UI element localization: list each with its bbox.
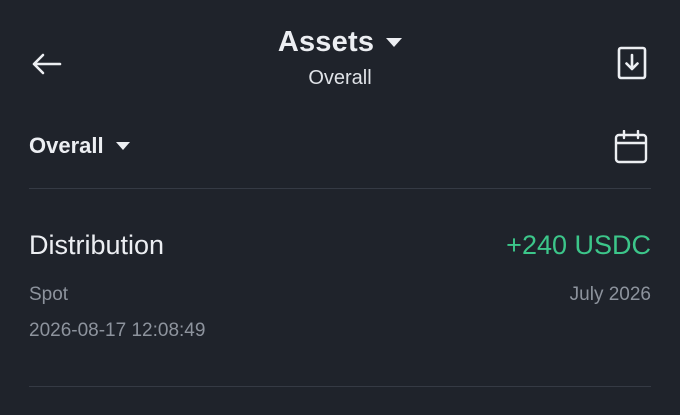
header: Assets Overall [0, 26, 680, 90]
title-dropdown[interactable]: Assets [277, 26, 403, 59]
filter-label: Overall [29, 133, 104, 158]
calendar-icon [614, 130, 648, 164]
page-title: Assets [277, 26, 375, 58]
divider [29, 188, 651, 189]
page-subtitle: Overall [308, 67, 372, 89]
record-account-type: Spot [29, 284, 69, 305]
record-timestamp: 2026-08-17 12:08:49 [29, 320, 206, 341]
download-button[interactable] [614, 44, 650, 82]
filter-dropdown[interactable]: Overall [29, 133, 130, 159]
record-title: Distribution [29, 230, 165, 260]
calendar-button[interactable] [612, 128, 650, 166]
record-period: July 2026 [569, 284, 651, 305]
record-amount: +240 USDC [506, 230, 651, 260]
download-icon [617, 46, 647, 80]
assets-screen: Assets Overall Overall Distribution +240… [0, 0, 680, 415]
caret-down-icon [115, 142, 130, 150]
divider [29, 386, 651, 387]
caret-down-icon [386, 38, 403, 47]
